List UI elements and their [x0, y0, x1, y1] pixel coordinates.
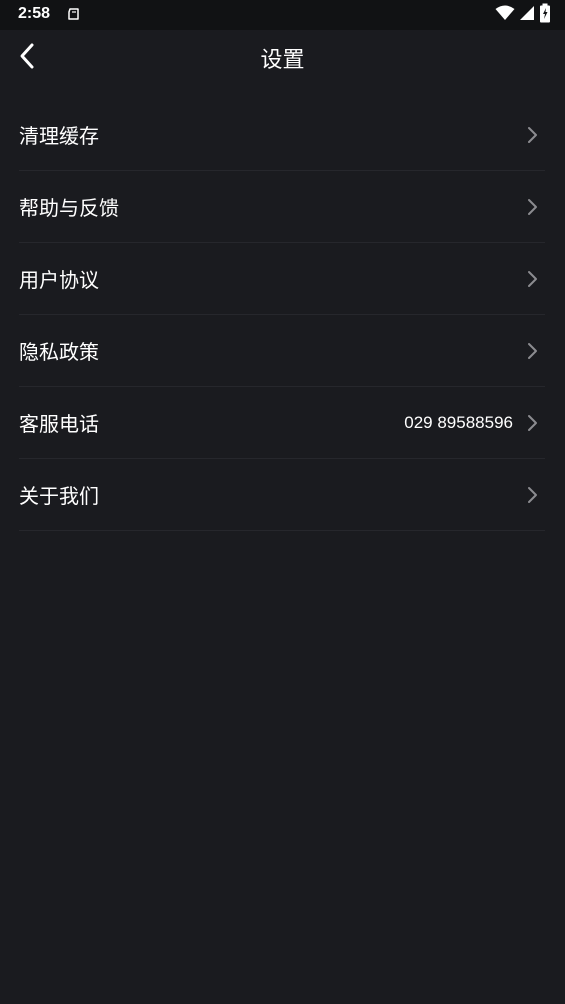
status-icons: [495, 3, 551, 27]
battery-icon: [539, 3, 551, 27]
settings-item-label: 隐私政策: [19, 340, 99, 364]
status-bar: 2:58: [0, 0, 565, 30]
settings-item-label: 帮助与反馈: [19, 196, 119, 220]
chevron-right-icon: [525, 125, 539, 145]
settings-item-help-feedback[interactable]: 帮助与反馈: [19, 171, 545, 243]
settings-item-about-us[interactable]: 关于我们: [19, 459, 545, 531]
chevron-right-icon: [525, 413, 539, 433]
status-time: 2:58: [18, 5, 51, 22]
settings-item-customer-service-phone[interactable]: 客服电话 029 89588596: [19, 387, 545, 459]
settings-item-label: 关于我们: [19, 484, 99, 508]
chevron-right-icon: [525, 269, 539, 289]
chevron-right-icon: [525, 341, 539, 361]
settings-item-label: 客服电话: [19, 412, 99, 436]
settings-item-label: 清理缓存: [19, 124, 99, 148]
settings-list: 清理缓存 帮助与反馈 用户协议 隐私政策 客服电话 029 89588596 关…: [19, 99, 545, 531]
signal-icon: [519, 5, 535, 25]
phone-number: 029 89588596: [404, 412, 513, 432]
settings-item-clear-cache[interactable]: 清理缓存: [19, 99, 545, 171]
settings-item-privacy-policy[interactable]: 隐私政策: [19, 315, 545, 387]
page-title: 设置: [260, 48, 305, 73]
chevron-right-icon: [525, 485, 539, 505]
notification-icon: [66, 6, 82, 22]
wifi-icon: [495, 5, 515, 25]
navigation-bar: 设置: [0, 30, 565, 82]
chevron-right-icon: [525, 197, 539, 217]
settings-item-label: 用户协议: [19, 268, 99, 292]
settings-item-user-agreement[interactable]: 用户协议: [19, 243, 545, 315]
